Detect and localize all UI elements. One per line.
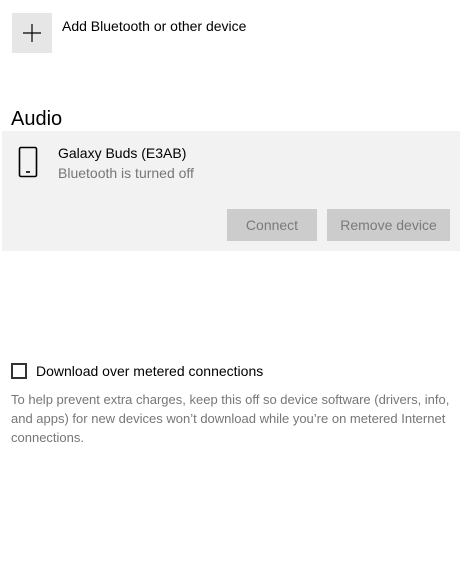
- add-device-button[interactable]: Add Bluetooth or other device: [12, 13, 246, 53]
- add-device-tile[interactable]: [12, 13, 52, 53]
- add-device-label: Add Bluetooth or other device: [62, 18, 247, 34]
- connect-button[interactable]: Connect: [227, 209, 317, 241]
- device-card-galaxy-buds[interactable]: Galaxy Buds (E3AB) Bluetooth is turned o…: [2, 131, 460, 251]
- device-name: Galaxy Buds (E3AB): [58, 145, 187, 161]
- bluetooth-settings-page: Add Bluetooth or other device Audio Gala…: [0, 0, 474, 567]
- metered-download-checkbox[interactable]: [11, 363, 27, 379]
- metered-download-checkbox-row[interactable]: Download over metered connections: [11, 362, 263, 380]
- metered-download-label: Download over metered connections: [36, 363, 264, 379]
- metered-help-text: To help prevent extra charges, keep this…: [11, 392, 450, 445]
- audio-section-heading: Audio: [11, 108, 63, 130]
- plus-icon: [23, 24, 41, 42]
- remove-device-button[interactable]: Remove device: [327, 209, 450, 241]
- phone-icon: [18, 146, 38, 178]
- device-status: Bluetooth is turned off: [58, 165, 194, 181]
